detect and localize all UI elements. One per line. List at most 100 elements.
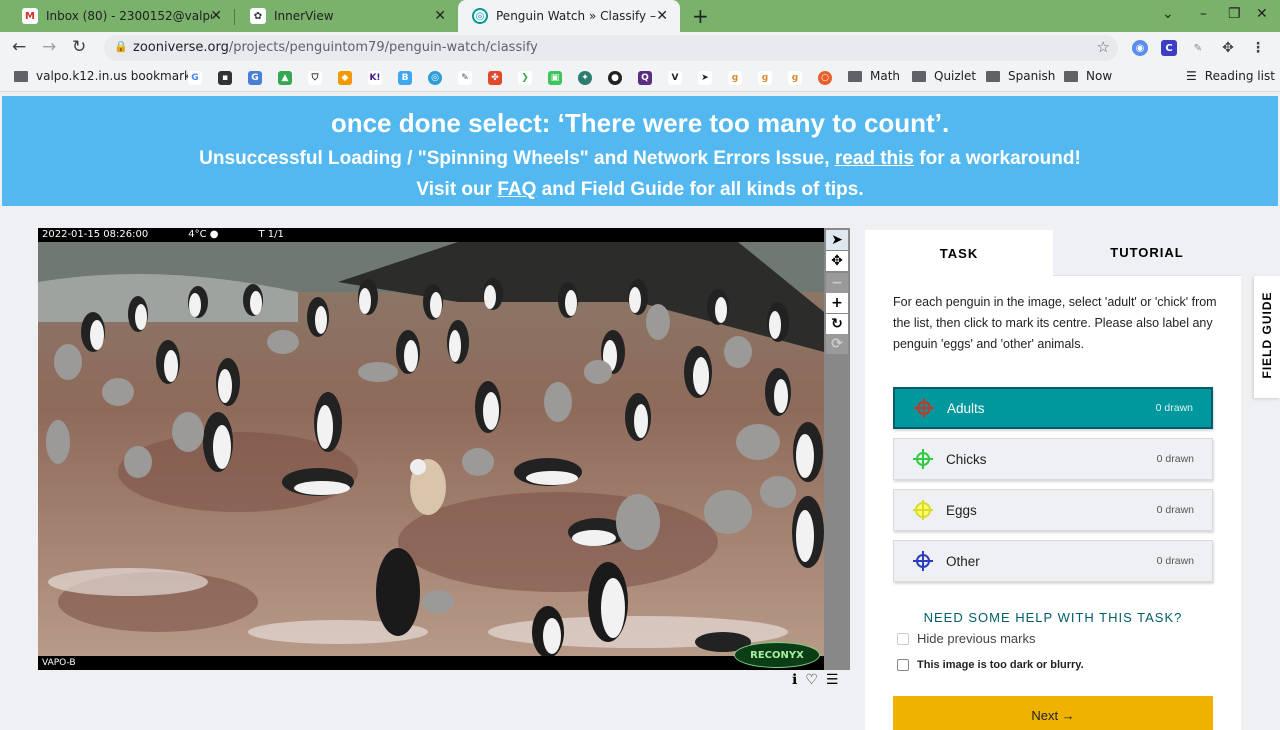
folder-icon [848, 70, 862, 82]
extension-edit-icon[interactable]: ✎ [1190, 40, 1206, 56]
task-help-link[interactable]: NEED SOME HELP WITH THIS TASK? [865, 610, 1241, 625]
reading-list[interactable]: ☰ Reading list [1186, 69, 1275, 83]
g-icon-1[interactable]: g [728, 71, 742, 85]
folder-icon [986, 70, 1000, 82]
bookmark-star-icon[interactable]: ☆ [1097, 38, 1110, 56]
close-window-icon[interactable]: ✕ [1256, 6, 1268, 22]
extensions-puzzle-icon[interactable]: ✥ [1220, 40, 1236, 56]
faq-link[interactable]: FAQ [497, 179, 536, 200]
banner-line-1: once done select: ‘There were too many t… [330, 108, 950, 138]
camera-site-bar: VAPO-B [38, 656, 824, 670]
globe-icon[interactable]: ✦ [578, 71, 592, 85]
camera-temperature: 4°C ● [188, 229, 219, 240]
read-this-link[interactable]: read this [835, 148, 914, 169]
penguin-colony-photo[interactable] [38, 242, 824, 656]
reconyx-logo: RECONYX [734, 642, 820, 668]
kahoot-icon[interactable]: K! [368, 71, 382, 85]
bookmarks-bar: valpo.k12.in.us bookmarks G ▪ G ▲ ⛉ ◆ K!… [0, 64, 1280, 92]
choice-other[interactable]: Other 0 drawn [893, 540, 1213, 582]
image-toolbar: ➤ ✥ − + ↻ ⟳ [824, 228, 850, 670]
hide-marks-checkbox[interactable]: Hide previous marks [897, 631, 1036, 646]
tab-penguin-watch[interactable]: ◎ Penguin Watch » Classify – Zoo ✕ [458, 0, 680, 32]
pen-icon[interactable]: ✎ [458, 71, 472, 85]
banner-text: and Field Guide for all kinds of tips. [536, 179, 864, 200]
choice-eggs[interactable]: Eggs 0 drawn [893, 489, 1213, 531]
choice-label: Chicks [946, 451, 987, 467]
camera-site: VAPO-B [42, 658, 76, 668]
next-button[interactable]: Next → [893, 696, 1213, 730]
extension-shield-icon[interactable]: ◉ [1132, 40, 1148, 56]
bookmark-folder-now[interactable]: Now [1064, 69, 1112, 83]
address-bar[interactable]: 🔒 zooniverse.org/projects/penguintom79/p… [104, 35, 1118, 61]
checkbox-label: Hide previous marks [917, 631, 1036, 646]
bookmark-folder-quizlet[interactable]: Quizlet [912, 69, 976, 83]
folder-icon [14, 70, 28, 82]
field-guide-label: FIELD GUIDE [1260, 291, 1274, 379]
close-icon[interactable]: ✕ [434, 8, 446, 24]
rotate-icon[interactable]: ↻ [826, 314, 848, 334]
new-tab-icon[interactable]: + [692, 4, 709, 28]
checkbox-box[interactable] [897, 659, 909, 671]
field-guide-tab[interactable]: FIELD GUIDE [1254, 276, 1280, 398]
bird-icon[interactable]: ➤ [698, 71, 712, 85]
green-app-icon[interactable]: ▣ [548, 71, 562, 85]
choice-count: 0 drawn [1156, 555, 1194, 567]
menu-dots-icon[interactable]: ⋮ [1250, 40, 1266, 56]
choice-adults[interactable]: Adults 0 drawn [893, 387, 1213, 429]
gmail-icon: M [22, 8, 38, 24]
tab-search-icon[interactable]: ⌄ [1162, 6, 1174, 22]
tab-innerview[interactable]: ✿ InnerView ✕ [236, 0, 458, 32]
google-icon[interactable]: G [188, 71, 202, 85]
reload-icon[interactable]: ↻ [72, 37, 86, 57]
choice-count: 0 drawn [1156, 504, 1194, 516]
tab-divider [234, 9, 235, 25]
drive-icon[interactable]: ▲ [278, 71, 292, 85]
folder-icon [912, 70, 926, 82]
tab-gmail[interactable]: M Inbox (80) - 2300152@valpo.k12 ✕ [8, 0, 234, 32]
restore-icon[interactable]: ❐ [1228, 6, 1241, 22]
checkbox-box[interactable] [897, 632, 909, 645]
compass-icon[interactable]: ◎ [428, 71, 442, 85]
choice-chicks[interactable]: Chicks 0 drawn [893, 438, 1213, 480]
extension-c-icon[interactable]: C [1161, 40, 1177, 56]
bookmark-folder-valpo[interactable]: valpo.k12.in.us bookmarks [14, 69, 197, 83]
back-icon[interactable]: ← [12, 37, 26, 57]
reset-icon[interactable]: ⟳ [826, 334, 848, 354]
tab-tutorial[interactable]: TUTORIAL [1053, 230, 1241, 276]
subject-viewer[interactable]: 2022-01-15 08:26:00 4°C ● T 1/1 RECONYX … [38, 228, 824, 670]
puzzle-icon[interactable]: ✤ [488, 71, 502, 85]
innerview-icon: ✿ [250, 8, 266, 24]
banner-text: for a workaround! [914, 148, 1081, 169]
g-icon-3[interactable]: g [788, 71, 802, 85]
q-icon[interactable]: Q [638, 71, 652, 85]
b-icon[interactable]: B [398, 71, 412, 85]
camera-timestamp: 2022-01-15 08:26:00 [42, 229, 149, 240]
reading-list-icon: ☰ [1186, 69, 1197, 83]
favorite-heart-icon[interactable]: ♡ [805, 672, 818, 688]
dark-globe-icon[interactable]: ● [608, 71, 622, 85]
bookmark-folder-spanish[interactable]: Spanish [986, 69, 1055, 83]
shield-icon[interactable]: ⛉ [308, 71, 322, 85]
subject-meta-icons: ℹ ♡ ☰ [792, 672, 838, 688]
zoom-out-icon[interactable]: − [826, 273, 848, 293]
pointer-tool-icon[interactable]: ➤ [826, 230, 848, 250]
too-dark-checkbox[interactable]: This image is too dark or blurry. [897, 659, 1084, 671]
move-tool-icon[interactable]: ✥ [826, 251, 848, 271]
forward-icon[interactable]: → [42, 37, 56, 57]
close-icon[interactable]: ✕ [210, 8, 222, 24]
blogger-icon[interactable]: ◆ [338, 71, 352, 85]
g-icon-2[interactable]: g [758, 71, 772, 85]
tab-title: Inbox (80) - 2300152@valpo.k12 [46, 9, 212, 23]
chevron-icon[interactable]: ❯ [518, 71, 532, 85]
gsuite-icon[interactable]: G [248, 71, 262, 85]
collections-list-icon[interactable]: ☰ [826, 672, 839, 688]
info-icon[interactable]: ℹ [792, 672, 797, 688]
close-icon[interactable]: ✕ [656, 8, 668, 24]
tab-task[interactable]: TASK [865, 230, 1053, 276]
bookmark-folder-math[interactable]: Math [848, 69, 900, 83]
minimize-icon[interactable]: – [1200, 6, 1207, 22]
contacts-icon[interactable]: ▪ [218, 71, 232, 85]
chat-icon[interactable]: ○ [818, 71, 832, 85]
v-icon[interactable]: V [668, 71, 682, 85]
zoom-in-icon[interactable]: + [826, 293, 848, 313]
